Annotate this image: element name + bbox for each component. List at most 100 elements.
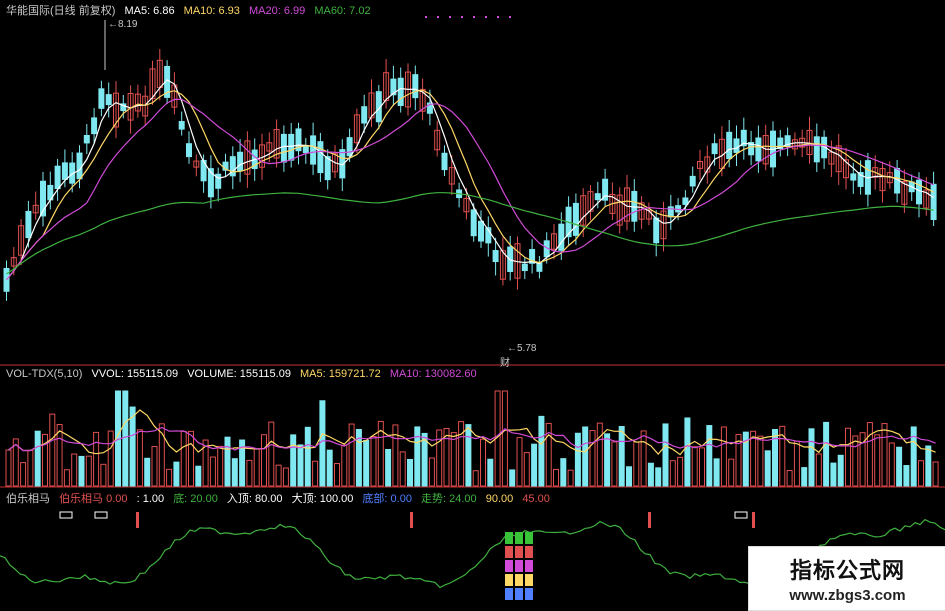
volume-bar-up (501, 390, 508, 487)
volume-bar-up (188, 430, 194, 487)
bottom-zone-label: 底部: 0.00 (362, 493, 412, 505)
volume-bar-up (691, 446, 698, 487)
top-signal-bar (752, 512, 755, 528)
volume-bar-down (509, 469, 516, 487)
bottom-signal-block (525, 532, 533, 544)
volume-bar-down (808, 428, 815, 487)
volume-bar-down (465, 424, 472, 487)
candle-down (280, 133, 287, 163)
bottom-signal-block (515, 588, 523, 600)
volume-bar-down (574, 432, 581, 487)
volume-bar-up (793, 440, 800, 487)
volume-bar-up (472, 470, 479, 487)
vol-indicator-name[interactable]: VOL-TDX(5,10) (6, 368, 82, 380)
volume-bar-down (144, 457, 151, 487)
watermark-url: www.zbgs3.com (789, 587, 906, 604)
volume-bar-up (209, 456, 216, 487)
candle-down (83, 134, 90, 144)
bottom-signal-block (515, 574, 523, 586)
top-signal-bar (136, 512, 139, 528)
volume-bar-up (677, 456, 684, 487)
volume-bar-up (786, 470, 793, 487)
price-title[interactable]: 华能国际(日线 前复权) (6, 5, 115, 17)
volume-bar-up (874, 434, 881, 487)
volume-bar-down (487, 458, 494, 487)
chart-canvas[interactable] (0, 0, 945, 609)
volume-bar-up (888, 442, 895, 487)
volume-bar-down (706, 425, 713, 487)
volume-bar-down (34, 430, 41, 487)
candle-down (61, 162, 68, 180)
volume-bar-down (78, 455, 85, 487)
volume-bar-up (596, 422, 603, 487)
volume-bar-down (326, 449, 333, 487)
bottom-signal-block (525, 574, 533, 586)
level-90-label: 90.00 (485, 493, 514, 505)
candle-down (397, 77, 404, 106)
candle-down (813, 136, 820, 163)
volume-bar-down (662, 423, 669, 487)
volume-bar-down (319, 400, 326, 487)
event-mark[interactable]: 财 (500, 354, 510, 369)
candle-down (572, 202, 579, 236)
ma20-line (6, 98, 934, 281)
candle-down (930, 183, 937, 221)
volume-bar-down (531, 443, 538, 487)
volume-bar-up (866, 422, 873, 487)
volume-bar-up (136, 429, 143, 487)
bottom-signal-block (525, 560, 533, 572)
volume-bar-up (480, 438, 486, 487)
unit-value-label: : 1.00 (136, 493, 165, 505)
volume-bar-up (553, 468, 559, 487)
site-watermark: 指标公式网 www.zbgs3.com (748, 546, 945, 611)
candle-down (186, 143, 192, 158)
price-panel (3, 16, 937, 301)
volume-bar-down (122, 390, 129, 487)
volume-bar-down (195, 465, 202, 487)
volume-bar-up (334, 463, 340, 487)
entry-top-label: 入顶: 80.00 (226, 493, 283, 505)
volume-bar-down (560, 458, 567, 487)
volume-bar-up (246, 459, 253, 487)
signal-dot (437, 16, 439, 18)
volume-bar-down (830, 462, 837, 487)
volume-bar-up (640, 430, 647, 487)
bottom-signal-block (505, 574, 513, 586)
volume-bar-up (516, 437, 523, 487)
volume-bar-down (407, 459, 413, 487)
low-price-note: ←5.78 (507, 343, 537, 354)
volume-bar-up (852, 435, 859, 487)
volume-bar-down (925, 445, 932, 487)
volume-bar-up (845, 427, 851, 487)
bottom-signal-block (505, 560, 513, 572)
volume-bar-up (268, 421, 275, 487)
candle-down (310, 135, 317, 165)
volume-bar-up (881, 423, 888, 487)
volume-bar-up (399, 451, 406, 487)
volume-bar-up (428, 457, 435, 487)
volume-bar-up (71, 453, 78, 487)
bole-value-label: 伯乐相马 0.00 (59, 493, 128, 505)
signal-dot (473, 16, 475, 18)
candle-down (733, 138, 740, 153)
volume-bar-up (27, 449, 34, 487)
big-top-label: 大顶: 100.00 (291, 493, 354, 505)
ma5-label: MA5: 6.86 (124, 5, 175, 17)
volume-header: VOL-TDX(5,10) VVOL: 155115.09 VOLUME: 15… (6, 368, 483, 380)
candle-down (470, 209, 477, 237)
candle-down (492, 250, 499, 263)
candle-down (689, 175, 696, 187)
volume-bar-down (823, 421, 830, 487)
volume-bar-up (93, 431, 100, 487)
watermark-title: 指标公式网 (789, 558, 905, 583)
candle-down (558, 223, 565, 251)
indicator-name[interactable]: 伯乐相马 (6, 493, 50, 505)
volume-bar-down (414, 426, 421, 487)
candle-down (726, 131, 733, 160)
volume-bar-down (385, 449, 392, 487)
bottom-signal-block (505, 588, 513, 600)
volume-bar-down (647, 462, 654, 487)
vol-ma5-label: MA5: 159721.72 (300, 368, 381, 380)
candle-down (346, 137, 353, 157)
candle-down (711, 143, 718, 155)
